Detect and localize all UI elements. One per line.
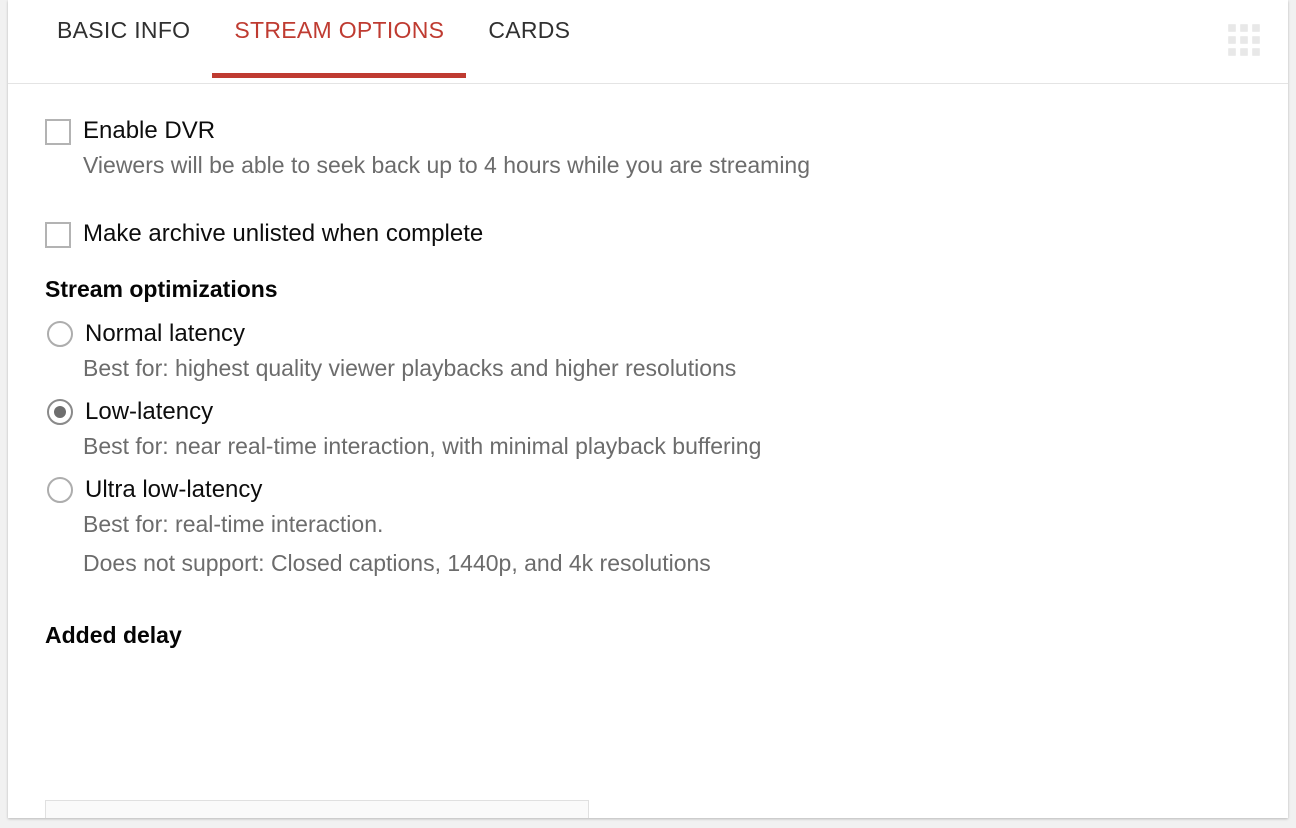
added-delay-select[interactable]: None: [45, 800, 589, 818]
archive-unlisted-row[interactable]: Make archive unlisted when complete: [8, 219, 1288, 249]
radio-ultra-low-latency-row[interactable]: Ultra low-latency: [8, 475, 1288, 505]
apps-grid-icon[interactable]: [1228, 24, 1260, 56]
grid-cell: [1228, 48, 1236, 56]
tab-cards-label: CARDS: [488, 17, 571, 43]
tab-stream-options[interactable]: STREAM OPTIONS: [212, 0, 467, 78]
ultra-low-latency-description-2: Does not support: Closed captions, 1440p…: [83, 550, 711, 576]
tab-basic-info-label: BASIC INFO: [57, 17, 191, 43]
grid-cell: [1252, 36, 1260, 44]
tab-list: BASIC INFO STREAM OPTIONS CARDS: [8, 0, 1288, 83]
low-latency-description: Best for: near real-time interaction, wi…: [83, 433, 762, 459]
tab-bar: BASIC INFO STREAM OPTIONS CARDS: [8, 0, 1288, 84]
grid-cell: [1228, 24, 1236, 32]
grid-cell: [1240, 48, 1248, 56]
enable-dvr-description: Viewers will be able to seek back up to …: [83, 152, 811, 178]
grid-cell: [1228, 36, 1236, 44]
radio-low-latency[interactable]: [47, 399, 73, 425]
radio-low-latency-label: Low-latency: [85, 398, 214, 425]
archive-unlisted-checkbox[interactable]: [45, 222, 71, 248]
added-delay-title: Added delay: [45, 622, 182, 648]
stream-optimizations-title: Stream optimizations: [45, 276, 278, 302]
tab-stream-options-label: STREAM OPTIONS: [234, 17, 445, 43]
radio-normal-latency[interactable]: [47, 321, 73, 347]
stream-options-card: BASIC INFO STREAM OPTIONS CARDS Enable D…: [8, 0, 1288, 818]
grid-cell: [1240, 24, 1248, 32]
radio-ultra-low-latency-label: Ultra low-latency: [85, 476, 263, 503]
stream-options-content: Enable DVR Viewers will be able to seek …: [8, 116, 1288, 818]
ultra-low-latency-description-1: Best for: real-time interaction.: [83, 511, 384, 537]
tab-active-underline: [212, 73, 467, 78]
radio-normal-latency-label: Normal latency: [85, 320, 246, 347]
grid-cell: [1252, 48, 1260, 56]
radio-ultra-low-latency[interactable]: [47, 477, 73, 503]
enable-dvr-checkbox[interactable]: [45, 119, 71, 145]
grid-cell: [1240, 36, 1248, 44]
radio-low-latency-row[interactable]: Low-latency: [8, 397, 1288, 427]
archive-unlisted-label: Make archive unlisted when complete: [83, 220, 484, 247]
grid-cell: [1252, 24, 1260, 32]
tab-basic-info[interactable]: BASIC INFO: [35, 0, 212, 72]
radio-normal-latency-row[interactable]: Normal latency: [8, 319, 1288, 349]
tab-cards[interactable]: CARDS: [466, 0, 592, 72]
enable-dvr-row[interactable]: Enable DVR: [8, 116, 1288, 146]
added-delay-value: None: [46, 814, 548, 818]
normal-latency-description: Best for: highest quality viewer playbac…: [83, 355, 737, 381]
enable-dvr-label: Enable DVR: [83, 117, 216, 144]
